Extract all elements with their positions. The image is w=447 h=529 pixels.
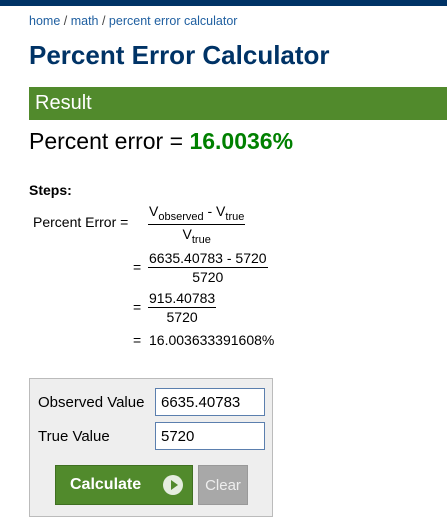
step2-fraction: 6635.40783 - 5720 5720 [148,250,268,285]
formula-subscript: observed [158,210,204,223]
result-label: Percent error = [29,128,190,154]
step3-fraction: 915.40783 5720 [148,290,217,325]
clear-button[interactable]: Clear [198,465,248,505]
steps-label: Steps: [29,182,72,198]
formula-lhs: Percent Error = [33,214,129,230]
result-value: 16.0036% [189,128,294,154]
formula-var: V [182,225,192,242]
true-value-input[interactable] [155,422,265,450]
result-header: Result [29,87,447,120]
equals-sign: = [133,259,142,275]
breadcrumb-home-link[interactable]: home [29,14,60,28]
calculate-button-label: Calculate [70,476,142,493]
breadcrumb-separator: / [98,14,109,28]
formula-minus: - V [203,203,226,219]
breadcrumb-separator: / [60,14,71,28]
step3-numerator: 915.40783 [148,290,217,308]
step2-denominator: 5720 [192,269,224,285]
formula-numerator: Vobserved - Vtrue [148,203,246,225]
step3-denominator: 5720 [166,309,198,325]
page-title: Percent Error Calculator [29,40,330,70]
step2-numerator: 6635.40783 - 5720 [148,250,268,268]
formula-var: V [149,203,159,219]
observed-value-input[interactable] [155,388,265,416]
breadcrumb: home / math / percent error calculator [29,14,237,28]
equals-sign: = [133,332,142,348]
breadcrumb-math-link[interactable]: math [71,14,99,28]
formula-denominator: Vtrue [148,225,245,246]
observed-value-label: Observed Value [38,394,145,411]
true-value-label: True Value [38,428,110,445]
top-nav-bar [0,0,447,6]
final-result: 16.003633391608% [149,332,275,348]
calculate-button[interactable]: Calculate [55,465,193,505]
result-line: Percent error = 16.0036% [29,128,293,155]
breadcrumb-current-link[interactable]: percent error calculator [109,14,238,28]
formula-subscript: true [225,210,245,223]
formula-subscript: true [191,233,211,246]
equals-sign: = [133,299,142,315]
formula-fraction: Vobserved - Vtrue Vtrue [148,203,246,246]
play-arrow-icon [163,475,183,495]
